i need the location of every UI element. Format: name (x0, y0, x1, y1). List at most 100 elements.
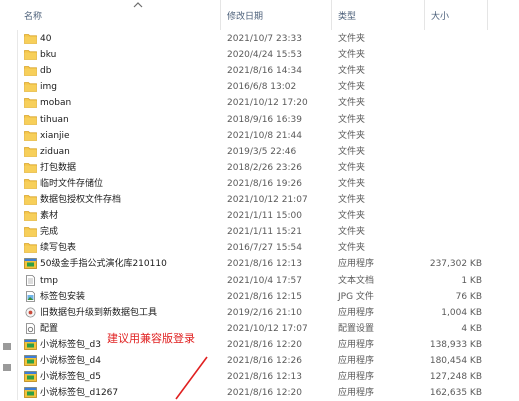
file-row[interactable]: 40 2021/10/7 23:33 文件夹 (17, 31, 519, 47)
file-type: 应用程序 (338, 259, 375, 270)
file-modified-date: 2021/8/16 12:13 (227, 259, 302, 270)
file-modified-date: 2021/8/16 12:26 (227, 356, 302, 366)
image-file-icon (24, 290, 37, 302)
file-type: 文件夹 (338, 162, 366, 173)
file-name: db (40, 66, 52, 77)
column-header-size[interactable]: 大小 (431, 10, 449, 30)
file-row[interactable]: db 2021/8/16 14:34 文件夹 (17, 63, 519, 79)
column-header-name[interactable]: 名称 (24, 10, 42, 30)
folder-icon (24, 194, 37, 205)
column-divider[interactable] (331, 0, 332, 30)
file-modified-date: 2018/9/16 16:39 (227, 114, 302, 125)
file-row[interactable]: 小说标签包_d3 2021/8/16 12:20 应用程序 138,933 KB (17, 337, 519, 353)
file-size: 127,248 KB (429, 372, 482, 383)
file-modified-date: 2021/10/12 17:07 (227, 323, 308, 334)
file-name: 配置 (40, 323, 59, 334)
file-type: 文件夹 (338, 114, 366, 125)
file-type: 应用程序 (338, 307, 375, 318)
file-type: 文件夹 (338, 211, 366, 222)
file-type: 文件夹 (338, 98, 366, 109)
file-modified-date: 2016/6/8 13:02 (227, 82, 297, 93)
file-name: 续写包表 (40, 243, 77, 254)
app-icon (24, 338, 37, 350)
file-type: 文件夹 (338, 34, 366, 44)
folder-icon (24, 226, 37, 238)
annotation-text: 建议用兼容版登录 (107, 332, 195, 345)
column-divider[interactable] (424, 0, 425, 30)
file-modified-date: 2021/10/12 17:20 (227, 98, 308, 109)
file-row[interactable]: 旧数据包升级到新数据包工具 2019/2/16 21:10 应用程序 1,004 KB (17, 305, 519, 321)
file-type: 文件夹 (338, 243, 366, 254)
file-row[interactable]: 数据包授权文件存档 2021/10/12 21:07 文件夹 (17, 192, 519, 208)
folder-icon (24, 146, 37, 157)
file-modified-date: 2016/7/27 15:54 (227, 243, 302, 254)
file-name: 临时文件存储位 (40, 178, 104, 189)
file-row[interactable]: 打包数据 2018/2/26 23:26 文件夹 (17, 160, 519, 176)
file-name: tihuan (40, 114, 69, 125)
column-divider[interactable] (220, 0, 221, 30)
folder-icon (24, 242, 37, 254)
file-row[interactable]: 配置 2021/10/12 17:07 配置设置 4 KB (17, 321, 519, 337)
file-row[interactable]: 完成 2021/1/11 15:21 文件夹 (17, 224, 519, 240)
folder-icon (24, 178, 37, 189)
folder-icon (24, 162, 37, 173)
file-name: img (40, 82, 57, 93)
file-row[interactable]: 标签包安装 2021/8/16 12:15 JPG 文件 76 KB (17, 289, 519, 305)
file-type: 应用程序 (338, 388, 375, 399)
file-name: 完成 (40, 227, 59, 238)
file-modified-date: 2019/3/5 22:46 (227, 146, 297, 157)
file-row[interactable]: 50级金手指公式演化库210110 2021/8/16 12:13 应用程序 237,… (17, 256, 519, 272)
file-row[interactable]: ziduan 2019/3/5 22:46 文件夹 (17, 144, 519, 160)
column-divider[interactable] (487, 0, 488, 30)
file-type: 应用程序 (338, 356, 375, 366)
file-row[interactable]: tmp 2021/10/4 17:57 文本文档 1 KB (17, 273, 519, 289)
file-modified-date: 2021/1/11 15:00 (227, 211, 302, 222)
file-type: 文件夹 (338, 146, 366, 157)
file-row[interactable]: xianjie 2021/10/8 21:44 文件夹 (17, 128, 519, 144)
file-row[interactable]: 小说标签包_d5 2021/8/16 12:13 应用程序 127,248 KB (17, 369, 519, 385)
folder-icon (24, 130, 37, 141)
file-row[interactable]: 续写包表 2016/7/27 15:54 文件夹 (17, 240, 519, 256)
file-row[interactable]: 小说标签包_d4 2021/8/16 12:26 应用程序 180,454 KB (17, 353, 519, 369)
file-type: 文件夹 (338, 195, 366, 205)
file-type: 文本文档 (338, 275, 375, 286)
file-name: 小说标签包_d4 (40, 356, 101, 366)
file-name: 小说标签包_d3 (40, 339, 101, 350)
file-type: 文件夹 (338, 66, 366, 77)
file-name: xianjie (40, 130, 70, 141)
file-modified-date: 2021/8/16 12:20 (227, 388, 302, 399)
column-header-date[interactable]: 修改日期 (227, 10, 263, 30)
sort-ascending-icon[interactable] (132, 1, 144, 9)
file-row[interactable]: 小说标签包_d1267 2021/8/16 12:20 应用程序 162,635 KB (17, 385, 519, 401)
file-row[interactable]: img 2016/6/8 13:02 文件夹 (17, 79, 519, 95)
file-row[interactable]: tihuan 2018/9/16 16:39 文件夹 (17, 112, 519, 128)
app-icon (24, 387, 37, 399)
folder-icon (24, 65, 37, 77)
folder-icon (24, 49, 37, 60)
column-header-bar: 名称 修改日期 类型 大小 (17, 0, 519, 30)
file-name: 标签包安装 (40, 291, 86, 302)
file-modified-date: 2021/8/16 12:20 (227, 339, 302, 350)
folder-icon (24, 81, 37, 93)
nav-marker-icon (3, 364, 11, 371)
file-row[interactable]: 素材 2021/1/11 15:00 文件夹 (17, 208, 519, 224)
file-name: 数据包授权文件存档 (40, 195, 122, 205)
file-modified-date: 2021/10/12 21:07 (227, 195, 308, 205)
column-header-type[interactable]: 类型 (338, 10, 356, 30)
file-modified-date: 2018/2/26 23:26 (227, 162, 302, 173)
file-row[interactable]: moban 2021/10/12 17:20 文件夹 (17, 95, 519, 111)
file-name: 素材 (40, 211, 59, 222)
file-name: 40 (40, 34, 52, 44)
file-modified-date: 2020/4/24 15:53 (227, 50, 302, 61)
file-modified-date: 2021/10/4 17:57 (227, 275, 302, 286)
file-size: 162,635 KB (429, 388, 482, 399)
file-name: 打包数据 (40, 162, 77, 173)
folder-icon (24, 33, 37, 44)
file-row[interactable]: bku 2020/4/24 15:53 文件夹 (17, 47, 519, 63)
file-row[interactable]: 临时文件存储位 2021/8/16 19:26 文件夹 (17, 176, 519, 192)
file-type: 配置设置 (338, 323, 375, 334)
text-file-icon (24, 274, 37, 286)
app-icon (24, 355, 37, 366)
folder-icon (24, 114, 37, 125)
file-size: 138,933 KB (429, 339, 482, 350)
